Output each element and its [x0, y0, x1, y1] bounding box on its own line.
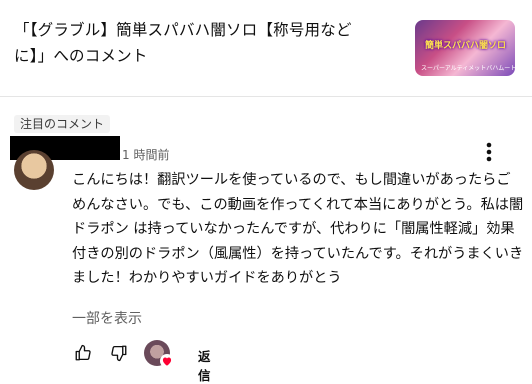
reply-button[interactable]: 返信: [198, 346, 211, 384]
video-title: 「【グラブル】簡単スパバハ闇ソロ【称号用などに】」へのコメント: [14, 21, 352, 65]
thumbnail-title: 簡単スパバハ闇ソロ: [425, 41, 507, 51]
thumbs-up-icon: [75, 344, 91, 361]
comment-text: こんにちは！翻訳ツールを使っているので、もし間違いがあったらごめんなさい。でも、…: [72, 172, 524, 286]
heart-icon: [160, 354, 174, 368]
thumbnail-subtitle: スーパーアルティメットバハムート: [421, 65, 515, 72]
dislike-button[interactable]: [108, 340, 130, 366]
more-vertical-icon: [486, 142, 492, 162]
featured-comment-badge: 注目のコメント: [14, 115, 111, 133]
comment-timestamp[interactable]: 1 時間前: [122, 146, 169, 163]
video-header: 「【グラブル】簡単スパバハ闇ソロ【称号用などに】」へのコメント 簡単スパバハ闇ソ…: [0, 0, 532, 96]
thumbs-down-icon: [111, 345, 127, 362]
commenter-avatar[interactable]: [14, 150, 54, 190]
video-thumbnail[interactable]: 簡単スパバハ闇ソロ スーパーアルティメットバハムート: [415, 20, 515, 76]
like-button[interactable]: [72, 340, 94, 366]
show-less-link[interactable]: 一部を表示: [72, 308, 142, 328]
more-options-button[interactable]: [478, 140, 500, 164]
header-divider: [0, 96, 532, 97]
